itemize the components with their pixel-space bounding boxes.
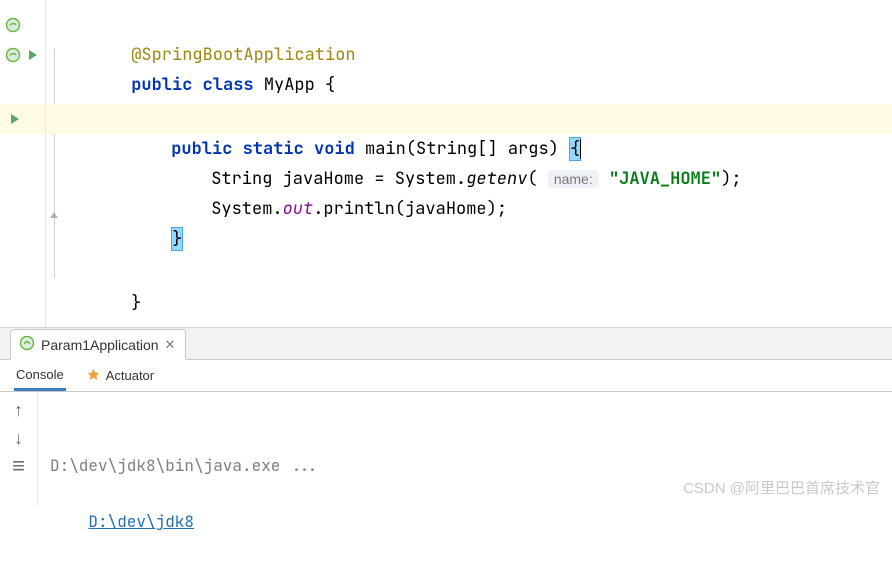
scroll-down-icon[interactable]: ↓	[7, 426, 31, 450]
spring-boot-icon	[19, 335, 35, 354]
soft-wrap-icon[interactable]: ≡	[7, 454, 31, 478]
brace: {	[325, 74, 335, 96]
code-line[interactable]: public class MyApp {	[46, 40, 892, 70]
console-link[interactable]: D:\dev\jdk8	[88, 511, 194, 532]
run-sub-tabs: Console Actuator	[0, 360, 892, 392]
code-line-highlight[interactable]: public static void main(String[] args) {	[46, 104, 892, 134]
spring-bean-icon[interactable]	[2, 44, 24, 66]
editor-gutter	[0, 0, 46, 327]
code-line[interactable]: @SpringBootApplication	[46, 10, 892, 40]
run-icon[interactable]	[4, 108, 26, 130]
code-line[interactable]: String javaHome = System.getenv( name: "…	[46, 134, 892, 164]
console-line: D:\dev\jdk8\bin\java.exe ...	[50, 452, 880, 480]
code-line[interactable]: System.out.println(javaHome);	[46, 164, 892, 194]
close-icon[interactable]: ✕	[165, 337, 176, 353]
console-panel: ↑ ↓ ≡ D:\dev\jdk8\bin\java.exe ... D:\de…	[0, 392, 892, 506]
console-output[interactable]: D:\dev\jdk8\bin\java.exe ... D:\dev\jdk8	[38, 392, 892, 506]
brace-matched: }	[171, 227, 183, 251]
tab-label: Actuator	[106, 368, 154, 383]
brace: }	[131, 292, 141, 314]
code-line[interactable]: }	[46, 258, 892, 288]
tab-console[interactable]: Console	[14, 361, 66, 391]
run-tab-bar: Param1Application ✕	[0, 328, 892, 360]
keyword-class: class	[203, 74, 254, 96]
keyword-public: public	[131, 74, 192, 96]
run-icon[interactable]	[22, 44, 44, 66]
scroll-up-icon[interactable]: ↑	[7, 398, 31, 422]
code-editor: @SpringBootApplication public class MyAp…	[0, 0, 892, 328]
tab-label: Console	[16, 367, 64, 382]
class-name: MyApp	[264, 74, 315, 96]
code-line[interactable]: }	[46, 194, 892, 224]
tab-actuator[interactable]: Actuator	[84, 361, 156, 391]
actuator-icon	[86, 367, 101, 385]
code-area[interactable]: @SpringBootApplication public class MyAp…	[46, 0, 892, 327]
spring-bean-icon[interactable]	[2, 14, 24, 36]
console-toolbar: ↑ ↓ ≡	[0, 392, 38, 506]
